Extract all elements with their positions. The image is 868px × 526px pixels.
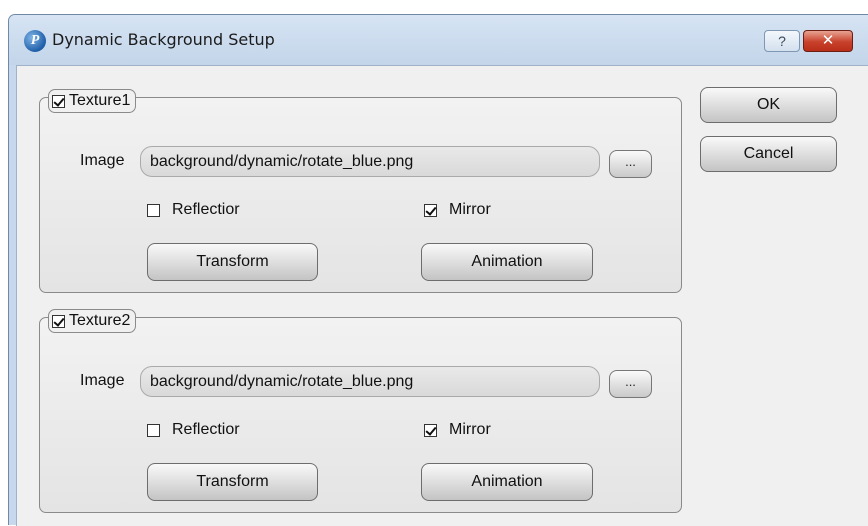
texture2-reflection-label: Reflectior (172, 421, 240, 438)
texture1-label: Texture1 (69, 92, 131, 109)
texture1-group: Texture1 Image background/dynamic/rotate… (39, 89, 682, 293)
texture2-transform-button[interactable]: Transform (147, 463, 318, 501)
texture1-transform-button[interactable]: Transform (147, 243, 318, 281)
texture1-mirror-label: Mirror (449, 201, 491, 218)
texture2-image-field[interactable]: background/dynamic/rotate_blue.png (140, 366, 600, 397)
texture1-toggle[interactable]: Texture1 (48, 89, 137, 113)
texture2-animation-button[interactable]: Animation (421, 463, 593, 501)
texture2-mirror-option[interactable]: Mirror (424, 421, 491, 439)
texture1-checkbox[interactable] (52, 94, 65, 108)
texture1-mirror-checkbox[interactable] (424, 203, 437, 217)
texture2-reflection-option[interactable]: Reflectior (147, 421, 240, 439)
texture2-mirror-label: Mirror (449, 421, 491, 438)
app-logo-icon: P (24, 30, 46, 52)
texture2-toggle[interactable]: Texture2 (48, 309, 137, 333)
help-button[interactable]: ? (764, 30, 800, 52)
texture2-browse-button[interactable]: ... (609, 370, 652, 398)
title-bar[interactable]: P Dynamic Background Setup ? ✕ (9, 15, 868, 65)
texture2-checkbox[interactable] (52, 314, 65, 328)
cancel-button[interactable]: Cancel (700, 136, 837, 172)
ok-button[interactable]: OK (700, 87, 837, 123)
texture1-reflection-checkbox[interactable] (147, 203, 160, 217)
texture2-image-label: Image (80, 372, 125, 389)
texture1-mirror-option[interactable]: Mirror (424, 201, 491, 219)
texture2-group: Texture2 Image background/dynamic/rotate… (39, 309, 682, 513)
texture2-reflection-checkbox[interactable] (147, 423, 160, 437)
close-button[interactable]: ✕ (803, 30, 853, 52)
texture1-reflection-label: Reflectior (172, 201, 240, 218)
texture1-reflection-option[interactable]: Reflectior (147, 201, 240, 219)
dialog-window: P Dynamic Background Setup ? ✕ Texture1 … (8, 14, 868, 526)
texture2-mirror-checkbox[interactable] (424, 423, 437, 437)
texture1-browse-button[interactable]: ... (609, 150, 652, 178)
dialog-content: Texture1 Image background/dynamic/rotate… (16, 65, 868, 526)
texture1-animation-button[interactable]: Animation (421, 243, 593, 281)
texture1-image-label: Image (80, 152, 125, 169)
window-title: Dynamic Background Setup (52, 30, 275, 49)
texture2-label: Texture2 (69, 312, 131, 329)
texture1-image-field[interactable]: background/dynamic/rotate_blue.png (140, 146, 600, 177)
